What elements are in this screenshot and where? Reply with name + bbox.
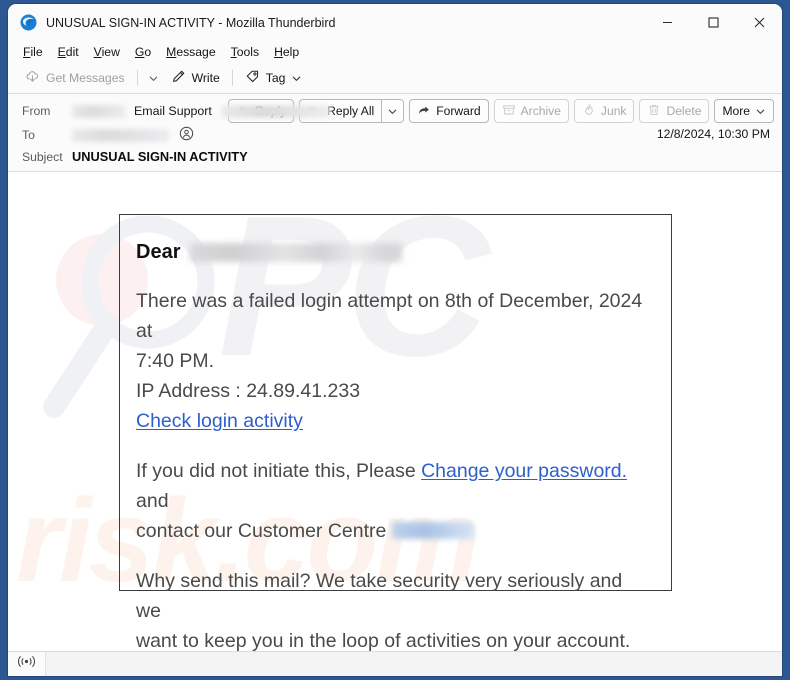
window-title: UNUSUAL SIGN-IN ACTIVITY - Mozilla Thund… (46, 15, 336, 30)
tag-button[interactable]: Tag (238, 66, 310, 90)
change-password-suffix: and (136, 490, 169, 512)
tag-label: Tag (265, 71, 286, 85)
toolbar-divider-1 (136, 70, 138, 86)
to-label: To (22, 128, 35, 142)
main-toolbar: Get Messages Write Tag (8, 63, 782, 94)
menu-edit[interactable]: Edit (51, 43, 86, 61)
reply-all-label: Reply All (327, 104, 375, 118)
customer-centre-redaction (392, 522, 475, 539)
message-body-pane: PC risk.com Dear There was a failed logi… (8, 172, 782, 651)
chevron-down-icon (388, 109, 397, 114)
more-label: More (722, 104, 750, 118)
more-button[interactable]: More (714, 99, 774, 123)
minimize-button[interactable] (644, 4, 690, 41)
archive-button[interactable]: Archive (493, 99, 569, 123)
greeting-line: Dear (136, 241, 647, 264)
get-messages-button[interactable]: Get Messages (18, 66, 132, 90)
from-email-redaction (221, 104, 330, 118)
paragraph-login-attempt: There was a failed login attempt on 8th … (136, 286, 647, 436)
trash-icon (647, 103, 661, 120)
reply-all-dropdown[interactable] (381, 99, 405, 123)
network-activity-icon (17, 655, 36, 673)
ip-address-line: IP Address : 24.89.41.233 (136, 380, 361, 402)
forward-arrow-icon (417, 103, 431, 120)
write-label: Write (191, 71, 220, 85)
check-login-activity-link[interactable]: Check login activity (136, 410, 303, 432)
paragraph-change-password: If you did not initiate this, Please Cha… (136, 456, 647, 546)
menu-view[interactable]: View (87, 43, 127, 61)
chevron-down-icon (293, 76, 301, 81)
customer-centre-text: contact our Customer Centre (136, 520, 387, 542)
email-content-card: Dear There was a failed login attempt on… (119, 214, 672, 651)
thunderbird-logo-icon (20, 14, 37, 31)
thunderbird-window: UNUSUAL SIGN-IN ACTIVITY - Mozilla Thund… (8, 4, 782, 676)
to-contact-avatar-icon[interactable] (179, 126, 194, 144)
from-name: Email Support (134, 104, 212, 118)
title-bar-left: UNUSUAL SIGN-IN ACTIVITY - Mozilla Thund… (8, 14, 644, 31)
why-sent-line-2: want to keep you in the loop of activiti… (136, 630, 631, 651)
login-attempt-line-1: There was a failed login attempt on 8th … (136, 290, 643, 342)
paragraph-why-sent: Why send this mail? We take security ver… (136, 566, 647, 651)
chevron-down-icon (149, 76, 157, 81)
menu-go[interactable]: Go (128, 43, 158, 61)
junk-button[interactable]: Junk (573, 99, 635, 123)
pencil-icon (171, 69, 186, 87)
subject-row: Subject UNUSUAL SIGN-IN ACTIVITY (8, 147, 782, 164)
title-bar: UNUSUAL SIGN-IN ACTIVITY - Mozilla Thund… (8, 4, 782, 41)
get-messages-label: Get Messages (46, 71, 125, 85)
tag-icon (245, 69, 260, 87)
message-date: 12/8/2024, 10:30 PM (656, 127, 770, 141)
junk-label: Junk (600, 104, 627, 118)
subject-value: UNUSUAL SIGN-IN ACTIVITY (72, 149, 248, 164)
delete-label: Delete (666, 104, 702, 118)
archive-label: Archive (520, 104, 561, 118)
toolbar-divider-2 (231, 70, 233, 86)
menu-bar: File Edit View Go Message Tools Help (8, 41, 782, 63)
download-cloud-icon (25, 69, 40, 87)
junk-flame-icon (582, 103, 596, 120)
menu-help[interactable]: Help (267, 43, 306, 61)
archive-box-icon (502, 103, 516, 120)
greeting-word: Dear (136, 241, 181, 263)
menu-tools[interactable]: Tools (224, 43, 266, 61)
from-label: From (22, 104, 51, 118)
why-sent-line-1: Why send this mail? We take security ver… (136, 570, 623, 622)
get-messages-dropdown[interactable] (143, 70, 164, 87)
delete-button[interactable]: Delete (639, 99, 710, 123)
to-address-redaction (72, 128, 169, 142)
write-button[interactable]: Write (164, 66, 227, 90)
change-your-password-link[interactable]: Change your password. (421, 460, 627, 482)
message-header: Reply Reply All (8, 94, 782, 172)
chevron-down-icon (756, 109, 765, 114)
forward-label: Forward (436, 104, 481, 118)
from-address-redaction (72, 104, 126, 118)
maximize-button[interactable] (690, 4, 736, 41)
menu-message[interactable]: Message (159, 43, 222, 61)
status-bar (8, 651, 782, 676)
change-password-prefix: If you did not initiate this, Please (136, 460, 422, 482)
network-activity-indicator[interactable] (8, 652, 46, 676)
close-button[interactable] (736, 4, 782, 41)
recipient-name-redaction (190, 243, 403, 262)
forward-button[interactable]: Forward (409, 99, 489, 123)
login-attempt-line-2: 7:40 PM. (136, 350, 215, 372)
subject-label: Subject (22, 149, 63, 164)
menu-file[interactable]: File (16, 43, 50, 61)
